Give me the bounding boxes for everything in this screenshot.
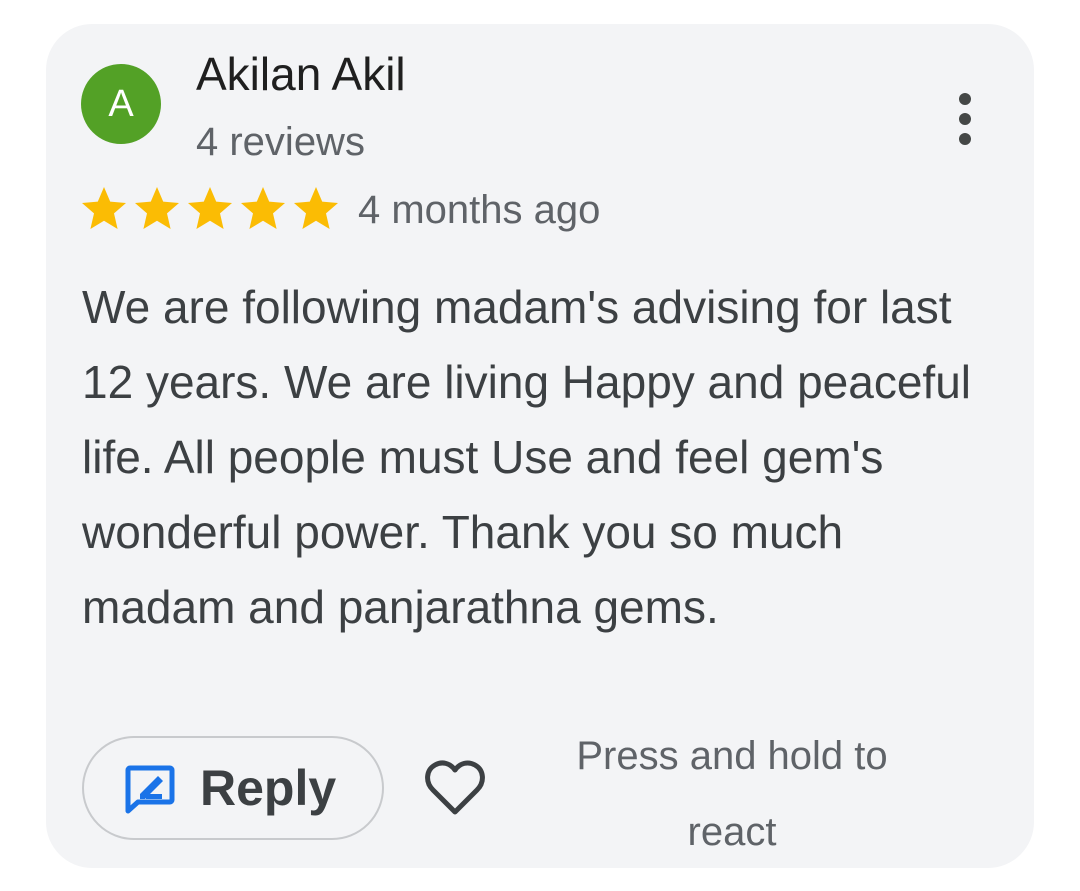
reply-edit-icon — [125, 765, 175, 814]
reviewer-name[interactable]: Akilan Akil — [196, 44, 406, 104]
more-vert-icon[interactable] — [946, 92, 984, 146]
press-hold-hint: Press and hold to react — [576, 734, 888, 854]
star-icon — [241, 187, 285, 229]
review-count[interactable]: 4 reviews — [196, 116, 365, 168]
star-icon — [82, 187, 126, 229]
review-timestamp: 4 months ago — [358, 188, 601, 232]
reply-label: Reply — [200, 760, 337, 816]
reply-button[interactable]: Reply — [82, 736, 384, 840]
heart-outline-icon[interactable] — [424, 758, 486, 818]
star-icon — [135, 187, 179, 229]
review-text: We are following madam's advising for la… — [82, 281, 972, 633]
star-icon — [188, 187, 232, 229]
star-icon — [294, 187, 338, 229]
star-rating — [80, 186, 340, 232]
avatar[interactable]: A — [81, 64, 161, 144]
